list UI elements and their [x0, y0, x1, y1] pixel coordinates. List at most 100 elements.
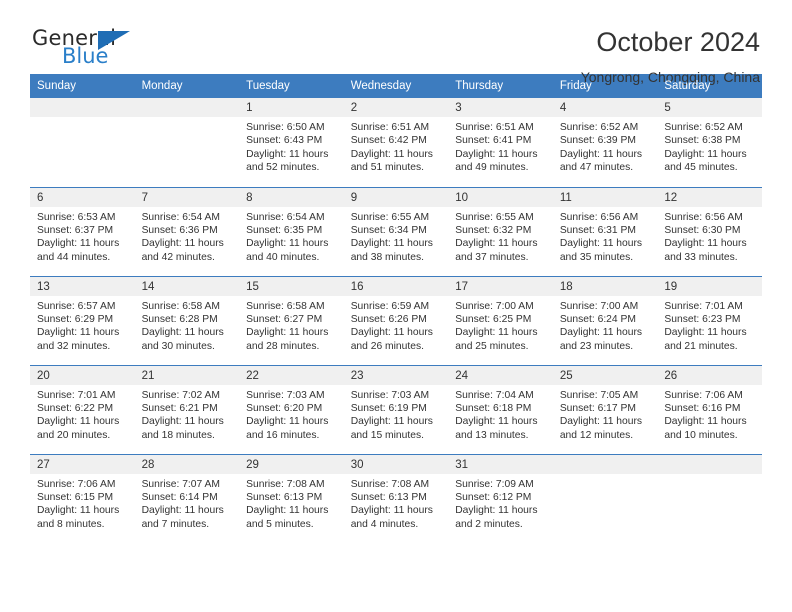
calendar-day-cell[interactable]: 31 Sunrise: 7:09 AM Sunset: 6:12 PM Dayligh… [448, 453, 553, 543]
daylight-duration-line1: Daylight: 11 hours [559, 238, 643, 250]
daylight-duration-line2: and 8 minutes. [37, 518, 105, 530]
day-details: Sunrise: 7:09 AM Sunset: 6:12 PM Daylight:… [448, 474, 553, 532]
daylight-duration-line2: and 52 minutes. [246, 162, 320, 174]
day-details: Sunrise: 6:52 AM Sunset: 6:39 PM Daylight:… [553, 117, 658, 175]
calendar-day-cell[interactable]: 26 Sunrise: 7:06 AM Sunset: 6:16 PM Dayligh… [657, 364, 762, 454]
calendar-day-cell[interactable]: 5 Sunrise: 6:52 AM Sunset: 6:38 PM Daylight… [657, 98, 762, 187]
daylight-duration-line2: and 26 minutes. [350, 340, 424, 352]
calendar-day-cell[interactable]: 11 Sunrise: 6:56 AM Sunset: 6:31 PM Dayligh… [552, 186, 658, 276]
calendar-day-cell[interactable]: 28 Sunrise: 7:07 AM Sunset: 6:14 PM Dayligh… [134, 453, 240, 543]
calendar-day-cell[interactable]: 2 Sunrise: 6:51 AM Sunset: 6:42 PM Daylight… [343, 98, 449, 187]
day-number: 24 [448, 365, 553, 385]
sunrise-time: Sunrise: 6:54 AM [246, 211, 325, 223]
sunrise-time: Sunrise: 7:01 AM [37, 389, 116, 401]
calendar-day-cell[interactable]: 25 Sunrise: 7:05 AM Sunset: 6:17 PM Dayligh… [552, 364, 658, 454]
weekday-header-wednesday: Wednesday [343, 74, 449, 98]
calendar-day-cell[interactable]: 20 Sunrise: 7:01 AM Sunset: 6:22 PM Dayligh… [30, 364, 135, 454]
day-details: Sunrise: 7:03 AM Sunset: 6:20 PM Daylight:… [239, 385, 344, 443]
day-number: 7 [134, 187, 240, 207]
sunset-time: Sunset: 6:34 PM [350, 224, 427, 236]
daylight-duration-line1: Daylight: 11 hours [246, 327, 329, 339]
daylight-duration-line1: Daylight: 11 hours [141, 327, 224, 339]
sunrise-time: Sunrise: 6:52 AM [664, 122, 743, 133]
calendar-day-cell[interactable]: 13 Sunrise: 6:57 AM Sunset: 6:29 PM Dayligh… [30, 275, 135, 365]
sunrise-time: Sunrise: 7:00 AM [559, 300, 639, 312]
calendar-day-cell[interactable]: 9 Sunrise: 6:55 AM Sunset: 6:34 PM Daylight… [343, 186, 449, 276]
calendar-day-cell[interactable]: 18 Sunrise: 7:00 AM Sunset: 6:24 PM Dayligh… [552, 275, 658, 365]
general-blue-logo[interactable]: General Blue [30, 26, 180, 72]
sunset-time: Sunset: 6:26 PM [350, 313, 427, 325]
daylight-duration-line2: and 38 minutes. [350, 251, 424, 263]
calendar-day-cell[interactable]: 30 Sunrise: 7:08 AM Sunset: 6:13 PM Dayligh… [343, 453, 449, 543]
calendar-day-cell[interactable]: 23 Sunrise: 7:03 AM Sunset: 6:19 PM Dayligh… [343, 364, 449, 454]
day-details: Sunrise: 7:05 AM Sunset: 6:17 PM Daylight:… [553, 385, 658, 443]
calendar-day-cell[interactable]: 27 Sunrise: 7:06 AM Sunset: 6:15 PM Dayligh… [30, 453, 135, 543]
day-number: 28 [134, 454, 240, 474]
day-number: 13 [30, 276, 135, 296]
daylight-duration-line1: Daylight: 11 hours [246, 238, 329, 250]
daylight-duration-line2: and 32 minutes. [37, 340, 111, 352]
day-details: Sunrise: 6:54 AM Sunset: 6:36 PM Daylight:… [135, 207, 240, 265]
calendar-day-cell[interactable]: 22 Sunrise: 7:03 AM Sunset: 6:20 PM Dayligh… [239, 364, 344, 454]
day-details: Sunrise: 7:08 AM Sunset: 6:13 PM Daylight:… [344, 474, 449, 532]
title-block: October 2024 Yongrong, Chongqing, China [581, 26, 762, 87]
day-number [30, 98, 135, 117]
sunrise-time: Sunrise: 7:03 AM [246, 389, 325, 401]
day-number: 12 [657, 187, 762, 207]
calendar-day-cell[interactable]: 10 Sunrise: 6:55 AM Sunset: 6:32 PM Dayligh… [448, 186, 553, 276]
calendar-day-cell[interactable]: 24 Sunrise: 7:04 AM Sunset: 6:18 PM Dayligh… [448, 364, 553, 454]
daylight-duration-line2: and 35 minutes. [559, 251, 634, 263]
calendar-day-cell[interactable]: 12 Sunrise: 6:56 AM Sunset: 6:30 PM Dayligh… [657, 186, 762, 276]
day-details: Sunrise: 6:53 AM Sunset: 6:37 PM Daylight:… [30, 207, 135, 265]
daylight-duration-line1: Daylight: 11 hours [350, 238, 433, 250]
calendar-cell-empty [134, 98, 240, 187]
sunrise-time: Sunrise: 6:52 AM [559, 122, 639, 133]
daylight-duration-line2: and 20 minutes. [37, 429, 111, 441]
daylight-duration-line2: and 37 minutes. [455, 251, 529, 263]
calendar-week-row: 1 Sunrise: 6:50 AM Sunset: 6:43 PM Daylight… [30, 98, 762, 187]
day-number: 10 [448, 187, 553, 207]
page-title: October 2024 [596, 27, 760, 57]
calendar-day-cell[interactable]: 4 Sunrise: 6:52 AM Sunset: 6:39 PM Daylight… [552, 98, 658, 187]
calendar-day-cell[interactable]: 6 Sunrise: 6:53 AM Sunset: 6:37 PM Daylight… [30, 186, 135, 276]
day-number: 1 [239, 98, 344, 117]
sunrise-time: Sunrise: 7:08 AM [246, 478, 325, 490]
day-number: 18 [552, 276, 658, 296]
daylight-duration-line1: Daylight: 11 hours [455, 238, 538, 250]
calendar-day-cell[interactable]: 14 Sunrise: 6:58 AM Sunset: 6:28 PM Dayligh… [134, 275, 240, 365]
calendar-day-cell[interactable]: 7 Sunrise: 6:54 AM Sunset: 6:36 PM Daylight… [134, 186, 240, 276]
sunset-time: Sunset: 6:28 PM [141, 313, 218, 325]
daylight-duration-line1: Daylight: 11 hours [246, 148, 329, 160]
calendar-day-cell[interactable]: 16 Sunrise: 6:59 AM Sunset: 6:26 PM Dayligh… [343, 275, 449, 365]
calendar-day-cell[interactable]: 3 Sunrise: 6:51 AM Sunset: 6:41 PM Daylight… [448, 98, 553, 187]
daylight-duration-line2: and 45 minutes. [664, 162, 738, 174]
sunrise-time: Sunrise: 6:58 AM [141, 300, 220, 312]
daylight-duration-line1: Daylight: 11 hours [350, 327, 433, 339]
calendar-day-cell[interactable]: 29 Sunrise: 7:08 AM Sunset: 6:13 PM Dayligh… [239, 453, 344, 543]
calendar-day-cell[interactable]: 21 Sunrise: 7:02 AM Sunset: 6:21 PM Dayligh… [134, 364, 240, 454]
calendar-day-cell[interactable]: 17 Sunrise: 7:00 AM Sunset: 6:25 PM Dayligh… [448, 275, 553, 365]
day-details: Sunrise: 7:00 AM Sunset: 6:25 PM Daylight:… [448, 296, 553, 354]
calendar-table: Sunday Monday Tuesday Wednesday Thursday… [30, 74, 762, 543]
day-details: Sunrise: 7:07 AM Sunset: 6:14 PM Daylight:… [135, 474, 240, 532]
daylight-duration-line1: Daylight: 11 hours [455, 416, 538, 428]
calendar-day-cell[interactable]: 8 Sunrise: 6:54 AM Sunset: 6:35 PM Daylight… [239, 186, 344, 276]
day-number: 17 [448, 276, 553, 296]
daylight-duration-line2: and 4 minutes. [350, 518, 419, 530]
daylight-duration-line1: Daylight: 11 hours [664, 327, 747, 339]
daylight-duration-line1: Daylight: 11 hours [37, 238, 120, 250]
logo-text-blue: Blue [62, 44, 109, 68]
day-number: 9 [343, 187, 449, 207]
daylight-duration-line1: Daylight: 11 hours [559, 148, 643, 160]
daylight-duration-line1: Daylight: 11 hours [141, 505, 224, 517]
day-number: 15 [239, 276, 344, 296]
sunset-time: Sunset: 6:41 PM [455, 135, 532, 147]
sunset-time: Sunset: 6:37 PM [37, 224, 114, 236]
sunrise-time: Sunrise: 6:55 AM [455, 211, 534, 223]
daylight-duration-line1: Daylight: 11 hours [664, 238, 747, 250]
calendar-day-cell[interactable]: 19 Sunrise: 7:01 AM Sunset: 6:23 PM Dayligh… [657, 275, 762, 365]
calendar-day-cell[interactable]: 1 Sunrise: 6:50 AM Sunset: 6:43 PM Daylight… [239, 98, 344, 187]
day-details: Sunrise: 6:50 AM Sunset: 6:43 PM Daylight:… [239, 117, 344, 175]
page-header: General Blue October 2024 Yongrong, Chon… [30, 0, 762, 85]
calendar-day-cell[interactable]: 15 Sunrise: 6:58 AM Sunset: 6:27 PM Dayligh… [239, 275, 344, 365]
